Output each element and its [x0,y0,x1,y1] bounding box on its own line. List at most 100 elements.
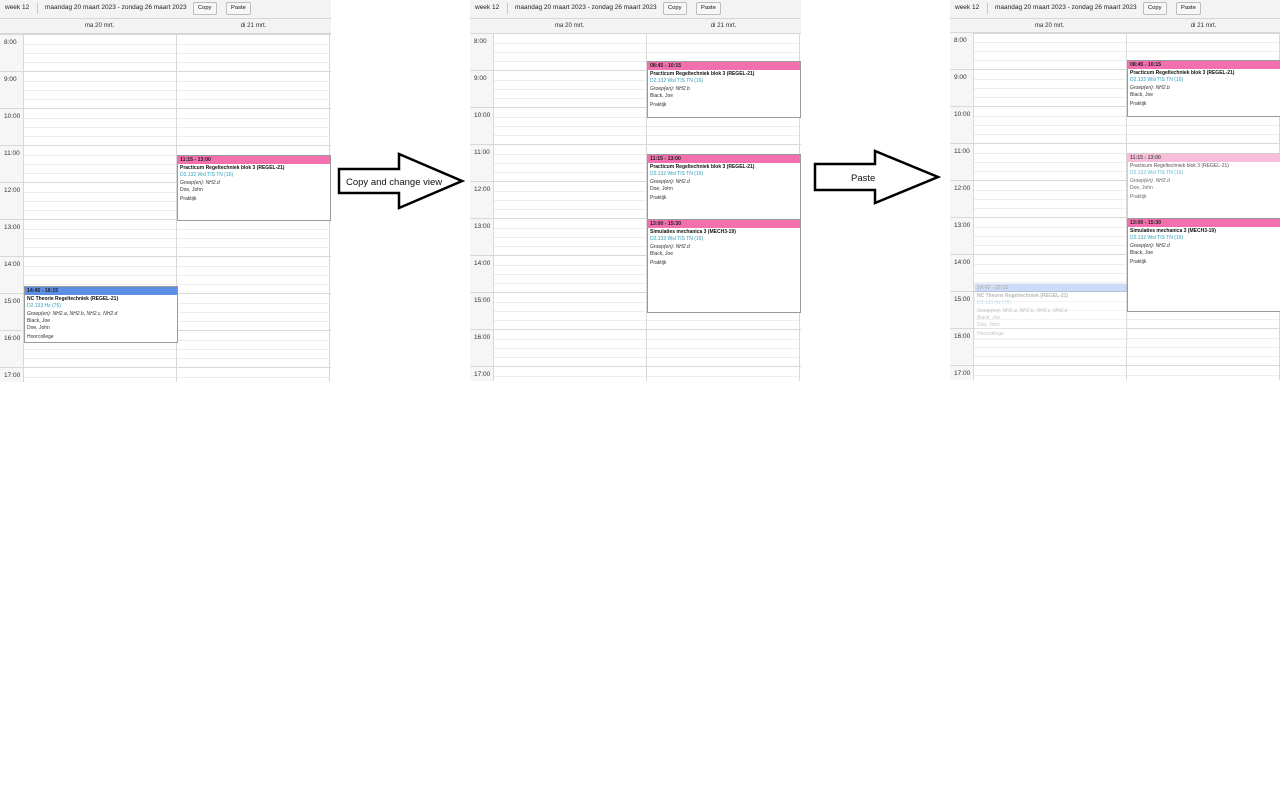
day-header-monday: ma 20 mrt. [84,22,115,29]
hour-row: 17:00 [470,366,801,382]
hour-label: 15:00 [954,296,971,303]
event-title: Practicum Regeltechniek blok 3 (REGEL-21… [1130,70,1235,76]
hour-label: 14:00 [954,259,971,266]
hour-label: 15:00 [474,297,491,304]
event-room-link[interactable]: D2.133 Hz (75) [975,299,1127,306]
event-simulaties-mechanica[interactable]: 13:00 - 15:30 Simulaties mechanica 3 (ME… [647,219,801,313]
event-room-link[interactable]: D2.133 Hz (75) [25,302,177,309]
calendar-toolbar: week 12 maandag 20 maart 2023 - zondag 2… [0,0,331,19]
calendar-toolbar: week 12 maandag 20 maart 2023 - zondag 2… [470,0,801,19]
hour-label: 10:00 [474,112,491,119]
event-groups: Groep(en): NH2.d [650,244,690,250]
event-teacher: Doe, John [1130,185,1153,191]
event-nc-theorie-ghost[interactable]: 14:45 - 16:15 NC Theorie Regeltechniek (… [974,283,1128,340]
event-teachers: Black, Joe Doe, John [27,318,51,331]
day-header-tuesday: di 21 mrt. [710,22,737,29]
event-room-link[interactable]: D2.132 Wsl TIS TN (16) [1128,234,1280,241]
event-title: Simulaties mechanica 3 (MECH3-19) [650,229,736,235]
hour-label: 16:00 [4,335,21,342]
copy-button[interactable]: Copy [1143,2,1167,15]
hour-row: 17:00 [0,367,331,382]
date-range-label: maandag 20 maart 2023 - zondag 26 maart … [515,4,657,11]
calendar-toolbar: week 12 maandag 20 maart 2023 - zondag 2… [950,0,1280,19]
hour-label: 14:00 [474,260,491,267]
event-type: Praktijk [650,260,667,266]
event-type: Praktijk [650,102,667,108]
day-header-tuesday: di 21 mrt. [1190,22,1217,29]
hour-label: 8:00 [954,37,967,44]
event-teacher: Black, Joe [1130,250,1154,256]
event-type: Hoorcollege [977,331,1004,337]
event-practicum-morning[interactable]: 08:45 - 10:15 Practicum Regeltechniek bl… [1127,60,1280,117]
paste-button[interactable]: Paste [226,2,251,15]
event-time: 08:45 - 10:15 [1128,61,1280,69]
arrow-label-copy: Copy and change view [346,177,443,188]
date-range-label: maandag 20 maart 2023 - zondag 26 maart … [995,4,1137,11]
day-header-tuesday: di 21 mrt. [240,22,267,29]
event-type: Praktijk [180,196,197,202]
hour-label: 13:00 [474,223,491,230]
event-title: Practicum Regeltechniek blok 3 (REGEL-21… [1130,163,1229,169]
event-room-link[interactable]: D2.132 Wsl TIS TN (16) [1128,169,1280,176]
event-type: Praktijk [1130,259,1147,265]
hour-label: 11:00 [474,149,490,156]
hour-label: 14:00 [4,261,21,268]
event-room-link[interactable]: D2.132 Wsl TIS TN (16) [648,77,800,84]
event-practicum-morning[interactable]: 08:45 - 10:15 Practicum Regeltechniek bl… [647,61,801,118]
event-time: 14:45 - 16:15 [975,284,1127,292]
hour-label: 11:00 [4,150,20,157]
time-grid[interactable]: 8:00 9:00 10:00 11:00 12:00 13:00 14:00 … [470,33,801,381]
day-divider [493,33,494,381]
event-type: Praktijk [1130,101,1147,107]
event-title: NC Theorie Regeltechniek (REGEL-21) [27,296,119,302]
toolbar-divider [987,3,988,14]
event-room-link[interactable]: D2.132 Wsl TIS TN (16) [1128,76,1280,83]
event-teacher: Black, Joe [650,93,674,99]
event-teacher: Black, Joe [650,251,674,257]
hour-label: 8:00 [474,38,487,45]
event-groups: Groep(en): NH2.b [650,86,690,92]
event-practicum-regeltechniek-pasted[interactable]: 11:15 - 13:00 Practicum Regeltechniek bl… [1127,153,1280,219]
hour-row: 10:00 [0,108,331,146]
hour-row: 8:00 [0,34,331,72]
event-teacher: Black, Joe [1130,92,1154,98]
hour-label: 12:00 [474,186,491,193]
event-simulaties-mechanica[interactable]: 13:00 - 15:30 Simulaties mechanica 3 (ME… [1127,218,1280,312]
week-label: week 12 [475,4,500,11]
event-groups: Groep(en): NH2.d [650,179,690,185]
event-practicum-regeltechniek[interactable]: 11:15 - 13:00 Practicum Regeltechniek bl… [647,154,801,220]
day-header-monday: ma 20 mrt. [554,22,585,29]
paste-button[interactable]: Paste [696,2,721,15]
event-type: Praktijk [1130,194,1147,200]
hour-row: 16:00 [470,329,801,367]
calendar-panel-pasted: week 12 maandag 20 maart 2023 - zondag 2… [950,0,1280,382]
hour-label: 17:00 [4,372,21,379]
time-grid[interactable]: 8:00 9:00 10:00 11:00 12:00 13:00 14:00 … [0,34,331,382]
event-practicum-regeltechniek[interactable]: 11:15 - 13:00 Practicum Regeltechniek bl… [177,155,331,221]
event-groups: Groep(en): NH2.a, NH2.b, NH2.c, NH2.d [27,311,118,317]
hour-label: 8:00 [4,39,17,46]
copy-button[interactable]: Copy [663,2,687,15]
event-room-link[interactable]: D2.132 Wsl TIS TN (16) [648,170,800,177]
event-room-link[interactable]: D2.132 Wsl TIS TN (16) [178,171,330,178]
event-title: Practicum Regeltechniek blok 3 (REGEL-21… [650,71,755,77]
paste-button[interactable]: Paste [1176,2,1201,15]
event-time: 14:45 - 16:15 [25,287,177,295]
day-header-row: ma 20 mrt. di 21 mrt. [0,19,331,34]
hour-label: 9:00 [474,75,487,82]
hour-label: 9:00 [954,74,967,81]
event-teachers: Black, Joe Doe, John [977,315,1001,328]
week-label: week 12 [955,4,980,11]
copy-button[interactable]: Copy [193,2,217,15]
hour-label: 13:00 [954,222,971,229]
event-nc-theorie[interactable]: 14:45 - 16:15 NC Theorie Regeltechniek (… [24,286,178,343]
day-header-monday: ma 20 mrt. [1034,22,1065,29]
event-title: Simulaties mechanica 3 (MECH3-19) [1130,228,1216,234]
event-room-link[interactable]: D2.132 Wsl TIS TN (16) [648,235,800,242]
event-type: Praktijk [650,195,667,201]
arrow-label-paste: Paste [851,173,876,184]
time-grid[interactable]: 8:00 9:00 10:00 11:00 12:00 13:00 14:00 … [950,32,1280,380]
hour-row: 13:00 [0,219,331,257]
date-range-label: maandag 20 maart 2023 - zondag 26 maart … [45,4,187,11]
calendar-panel-copied: week 12 maandag 20 maart 2023 - zondag 2… [470,0,801,382]
